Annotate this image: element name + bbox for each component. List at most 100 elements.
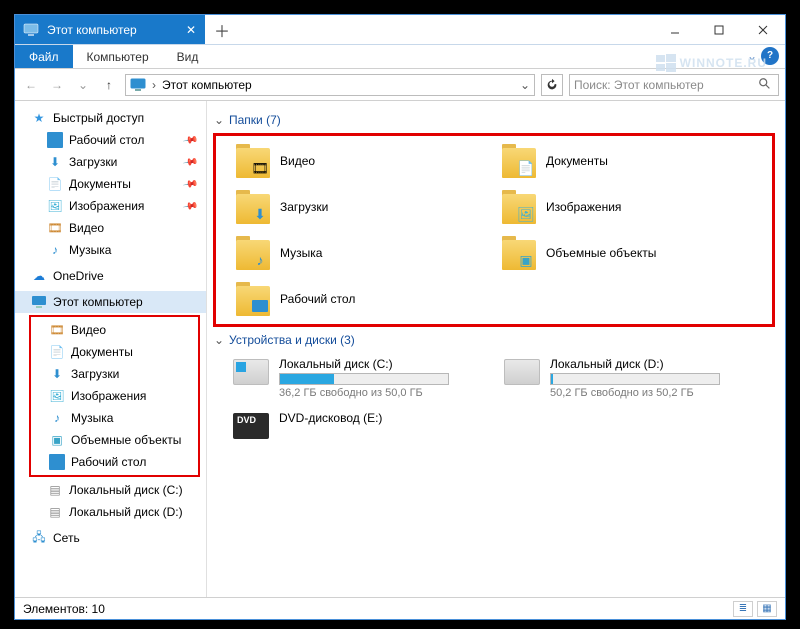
close-button[interactable] — [741, 15, 785, 44]
sidebar-pc-documents[interactable]: 📄Документы — [31, 341, 198, 363]
drive-free-text: 36,2 ГБ свободно из 50,0 ГБ — [279, 387, 449, 399]
navigation-pane[interactable]: ★ Быстрый доступ Рабочий стол📌 ⬇Загрузки… — [15, 101, 207, 597]
network-icon: 🖧 — [31, 530, 47, 546]
menu-view[interactable]: Вид — [163, 45, 213, 68]
drive-d[interactable]: Локальный диск (D:) 50,2 ГБ свободно из … — [504, 357, 775, 399]
sidebar-qa-pictures[interactable]: 🖼Изображения📌 — [15, 195, 206, 217]
folder-icon: ♪ — [236, 236, 270, 270]
explorer-window: WINNOTE.RU Этот компьютер ✕ ＋ Файл Компь… — [14, 14, 786, 620]
status-elements-count: Элементов: 10 — [23, 602, 105, 616]
sidebar-this-pc[interactable]: Этот компьютер — [15, 291, 206, 313]
pin-icon: 📌 — [182, 132, 199, 148]
status-bar: Элементов: 10 ≣ ▦ — [15, 597, 785, 619]
monitor-icon — [130, 77, 146, 93]
drive-icon: ▤ — [47, 504, 63, 520]
folder-desktop[interactable]: Рабочий стол — [236, 282, 502, 316]
sidebar-pc-desktop[interactable]: Рабочий стол — [31, 451, 198, 473]
breadcrumb[interactable]: › Этот компьютер ⌄ — [125, 74, 535, 96]
refresh-button[interactable] — [541, 74, 563, 96]
tab-title: Этот компьютер — [47, 23, 137, 37]
sidebar-qa-videos[interactable]: 🎞Видео — [15, 217, 206, 239]
chevron-down-icon: ⌄ — [213, 113, 225, 127]
drive-usage-bar — [279, 373, 449, 385]
sidebar-pc-pictures[interactable]: 🖼Изображения — [31, 385, 198, 407]
sidebar-pc-videos[interactable]: 🎞Видео — [31, 319, 198, 341]
chevron-down-icon: ⌄ — [213, 333, 225, 347]
folder-icon — [236, 282, 270, 316]
breadcrumb-location: Этот компьютер — [162, 78, 252, 92]
desktop-icon — [49, 454, 65, 470]
annotation-highlight-sidebar: 🎞Видео 📄Документы ⬇Загрузки 🖼Изображения… — [29, 315, 200, 477]
content-pane[interactable]: ⌄ Папки (7) 🎞 Видео 📄 Документы ⬇ Загруз… — [207, 101, 785, 597]
sidebar-onedrive[interactable]: ☁ OneDrive — [15, 265, 206, 287]
drive-icon: ▤ — [47, 482, 63, 498]
section-header-drives[interactable]: ⌄ Устройства и диски (3) — [213, 333, 775, 347]
pictures-icon: 🖼 — [47, 198, 63, 214]
address-bar: ← → ⌄ ↑ › Этот компьютер ⌄ Поиск: Этот к… — [15, 69, 785, 101]
nav-back-button[interactable]: ← — [21, 75, 41, 95]
maximize-button[interactable] — [697, 15, 741, 44]
sidebar-qa-music[interactable]: ♪Музыка — [15, 239, 206, 261]
sidebar-qa-documents[interactable]: 📄Документы📌 — [15, 173, 206, 195]
search-icon — [758, 77, 772, 91]
help-button[interactable]: ? — [761, 47, 779, 65]
folder-icon: 🖼 — [502, 190, 536, 224]
drive-label: Локальный диск (C:) — [279, 357, 449, 371]
folder-downloads[interactable]: ⬇ Загрузки — [236, 190, 502, 224]
window-controls — [653, 15, 785, 44]
sidebar-pc-3dobjects[interactable]: ▣Объемные объекты — [31, 429, 198, 451]
drive-dvd[interactable]: DVD-дисковод (E:) — [233, 411, 504, 439]
sidebar-pc-downloads[interactable]: ⬇Загрузки — [31, 363, 198, 385]
downloads-icon: ⬇ — [47, 154, 63, 170]
new-tab-button[interactable]: ＋ — [205, 15, 239, 44]
folder-videos[interactable]: 🎞 Видео — [236, 144, 502, 178]
sidebar-quick-access[interactable]: ★ Быстрый доступ — [15, 107, 206, 129]
sidebar-qa-desktop[interactable]: Рабочий стол📌 — [15, 129, 206, 151]
drives-grid: Локальный диск (C:) 36,2 ГБ свободно из … — [213, 353, 775, 443]
drive-label: DVD-дисковод (E:) — [279, 411, 382, 425]
folder-icon: ⬇ — [236, 190, 270, 224]
breadcrumb-dropdown-icon[interactable]: ⌄ — [520, 78, 530, 92]
star-icon: ★ — [31, 110, 47, 126]
nav-forward-button[interactable]: → — [47, 75, 67, 95]
folder-3dobjects[interactable]: ▣ Объемные объекты — [502, 236, 768, 270]
folder-documents[interactable]: 📄 Документы — [502, 144, 768, 178]
pin-icon: 📌 — [182, 176, 199, 192]
3dobjects-icon: ▣ — [49, 432, 65, 448]
menu-computer[interactable]: Компьютер — [73, 45, 163, 68]
videos-icon: 🎞 — [47, 220, 63, 236]
section-header-folders[interactable]: ⌄ Папки (7) — [213, 113, 775, 127]
cloud-icon: ☁ — [31, 268, 47, 284]
drive-icon — [504, 359, 540, 385]
menu-file[interactable]: Файл — [15, 45, 73, 68]
monitor-icon — [23, 22, 39, 38]
title-bar: Этот компьютер ✕ ＋ — [15, 15, 785, 45]
desktop-icon — [47, 132, 63, 148]
folder-pictures[interactable]: 🖼 Изображения — [502, 190, 768, 224]
music-icon: ♪ — [49, 410, 65, 426]
pin-icon: 📌 — [182, 154, 199, 170]
sidebar-network[interactable]: 🖧 Сеть — [15, 527, 206, 549]
monitor-icon — [31, 294, 47, 310]
ribbon-tabs: Файл Компьютер Вид ⌄ ? — [15, 45, 785, 69]
tab-close-button[interactable]: ✕ — [183, 22, 199, 38]
sidebar-drive-d[interactable]: ▤Локальный диск (D:) — [15, 501, 206, 523]
ribbon-expand-icon[interactable]: ⌄ — [747, 49, 757, 63]
search-placeholder: Поиск: Этот компьютер — [574, 78, 704, 92]
music-icon: ♪ — [47, 242, 63, 258]
nav-recent-button[interactable]: ⌄ — [73, 75, 93, 95]
view-tiles-button[interactable]: ▦ — [757, 601, 777, 617]
sidebar-qa-downloads[interactable]: ⬇Загрузки📌 — [15, 151, 206, 173]
drive-c[interactable]: Локальный диск (C:) 36,2 ГБ свободно из … — [233, 357, 504, 399]
downloads-icon: ⬇ — [49, 366, 65, 382]
drive-free-text: 50,2 ГБ свободно из 50,2 ГБ — [550, 387, 720, 399]
view-details-button[interactable]: ≣ — [733, 601, 753, 617]
nav-up-button[interactable]: ↑ — [99, 75, 119, 95]
tab-this-pc[interactable]: Этот компьютер ✕ — [15, 15, 205, 44]
minimize-button[interactable] — [653, 15, 697, 44]
folder-music[interactable]: ♪ Музыка — [236, 236, 502, 270]
sidebar-pc-music[interactable]: ♪Музыка — [31, 407, 198, 429]
pictures-icon: 🖼 — [49, 388, 65, 404]
search-input[interactable]: Поиск: Этот компьютер — [569, 74, 779, 96]
sidebar-drive-c[interactable]: ▤Локальный диск (C:) — [15, 479, 206, 501]
